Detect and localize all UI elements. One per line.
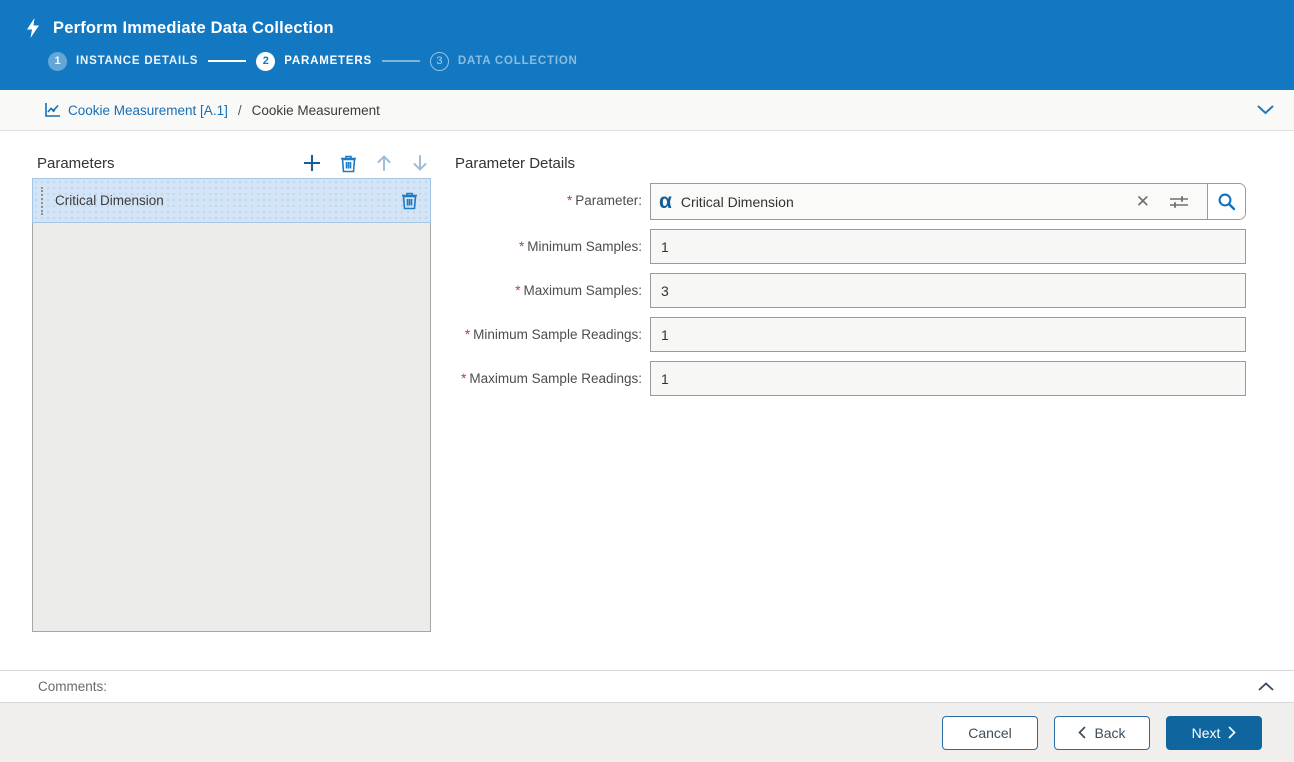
chevron-down-icon xyxy=(1257,105,1274,115)
step-number: 1 xyxy=(48,51,67,71)
comments-label: Comments: xyxy=(38,679,108,694)
step-label: DATA COLLECTION xyxy=(457,55,578,67)
chevron-up-icon xyxy=(1258,682,1274,691)
drag-handle[interactable] xyxy=(41,186,45,215)
parameter-details-form: * Parameter: α Critical Dimension ✕ * Mi… xyxy=(458,183,1246,405)
wizard-stepper: 1 INSTANCE DETAILS 2 PARAMETERS 3 DATA C… xyxy=(48,48,1294,74)
required-marker: * xyxy=(566,193,573,208)
step-number: 3 xyxy=(429,51,449,71)
parameter-item-label: Critical Dimension xyxy=(55,193,164,208)
required-marker: * xyxy=(461,371,467,386)
chart-line-icon xyxy=(44,102,61,118)
step-number: 2 xyxy=(256,51,276,71)
delete-parameter-button[interactable] xyxy=(337,152,359,174)
step-data-collection[interactable]: 3 DATA COLLECTION xyxy=(429,51,578,71)
minimum-sample-readings-row: * Minimum Sample Readings: xyxy=(458,317,1246,352)
back-button-label: Back xyxy=(1094,724,1126,741)
context-collapse-toggle[interactable] xyxy=(1253,101,1278,119)
maximum-samples-label: * Maximum Samples: xyxy=(515,283,642,298)
next-button[interactable]: Next xyxy=(1166,715,1262,750)
next-button-label: Next xyxy=(1191,724,1221,741)
required-marker: * xyxy=(515,283,521,298)
minimum-sample-readings-input[interactable] xyxy=(650,317,1246,352)
step-connector xyxy=(381,60,420,62)
back-button[interactable]: Back xyxy=(1054,715,1150,750)
step-instance-details[interactable]: 1 INSTANCE DETAILS xyxy=(48,51,199,71)
app-header: Perform Immediate Data Collection 1 INST… xyxy=(0,0,1294,90)
comments-collapse-toggle[interactable] xyxy=(1254,678,1278,695)
parameter-value: Critical Dimension xyxy=(680,193,794,210)
step-label: PARAMETERS xyxy=(284,55,372,67)
parameter-input[interactable]: α Critical Dimension ✕ xyxy=(651,184,1207,219)
step-label: INSTANCE DETAILS xyxy=(76,55,199,67)
parameter-field-row: * Parameter: α Critical Dimension ✕ xyxy=(458,183,1246,220)
context-object-link[interactable]: Cookie Measurement [A.1] xyxy=(44,102,228,118)
title-row: Perform Immediate Data Collection xyxy=(0,0,1294,42)
context-link-label: Cookie Measurement [A.1] xyxy=(68,102,228,118)
parameter-label: * Parameter: xyxy=(566,193,642,208)
lightning-icon xyxy=(24,17,42,39)
move-up-button[interactable] xyxy=(373,152,395,174)
breadcrumb-separator: / xyxy=(237,102,242,118)
minimum-samples-label: * Minimum Samples: xyxy=(518,239,642,254)
required-marker: * xyxy=(518,239,525,254)
cancel-button-label: Cancel xyxy=(968,724,1012,741)
maximum-samples-input[interactable] xyxy=(650,273,1246,308)
perform-immediate-data-collection-page: Perform Immediate Data Collection 1 INST… xyxy=(0,0,1294,762)
breadcrumb-current: Cookie Measurement xyxy=(251,102,380,118)
parameter-list-item[interactable]: Critical Dimension xyxy=(32,178,431,223)
maximum-sample-readings-input[interactable] xyxy=(650,361,1246,396)
maximum-sample-readings-label: * Maximum Sample Readings: xyxy=(461,371,642,386)
parameters-toolbar xyxy=(301,152,431,174)
step-parameters[interactable]: 2 PARAMETERS xyxy=(256,51,372,71)
parameter-details-title: Parameter Details xyxy=(455,155,576,172)
delete-item-icon[interactable] xyxy=(401,191,418,210)
search-icon[interactable] xyxy=(1207,184,1245,219)
main-content: Parameters Critical Dimension Parameter … xyxy=(0,131,1294,670)
footer-actions: Cancel Back Next xyxy=(0,703,1294,762)
maximum-samples-row: * Maximum Samples: xyxy=(458,273,1246,308)
clear-icon[interactable]: ✕ xyxy=(1130,193,1156,210)
add-parameter-button[interactable] xyxy=(301,152,323,174)
filter-icon[interactable] xyxy=(1165,194,1199,210)
chevron-left-icon xyxy=(1078,726,1086,739)
chevron-right-icon xyxy=(1228,726,1237,739)
minimum-sample-readings-label: * Minimum Sample Readings: xyxy=(464,327,642,342)
alpha-icon: α xyxy=(659,190,672,213)
context-bar: Cookie Measurement [A.1] / Cookie Measur… xyxy=(0,90,1294,131)
step-connector xyxy=(208,60,247,62)
move-down-button[interactable] xyxy=(409,152,431,174)
minimum-samples-row: * Minimum Samples: xyxy=(458,229,1246,264)
minimum-samples-input[interactable] xyxy=(650,229,1246,264)
parameters-panel-header: Parameters xyxy=(37,152,431,174)
maximum-sample-readings-row: * Maximum Sample Readings: xyxy=(458,361,1246,396)
parameters-panel-title: Parameters xyxy=(37,154,115,172)
parameter-lookup: α Critical Dimension ✕ xyxy=(650,183,1246,220)
page-title: Perform Immediate Data Collection xyxy=(53,18,334,37)
comments-bar[interactable]: Comments: xyxy=(0,670,1294,703)
required-marker: * xyxy=(464,327,471,342)
parameters-list: Critical Dimension xyxy=(32,178,431,632)
cancel-button[interactable]: Cancel xyxy=(942,715,1038,750)
